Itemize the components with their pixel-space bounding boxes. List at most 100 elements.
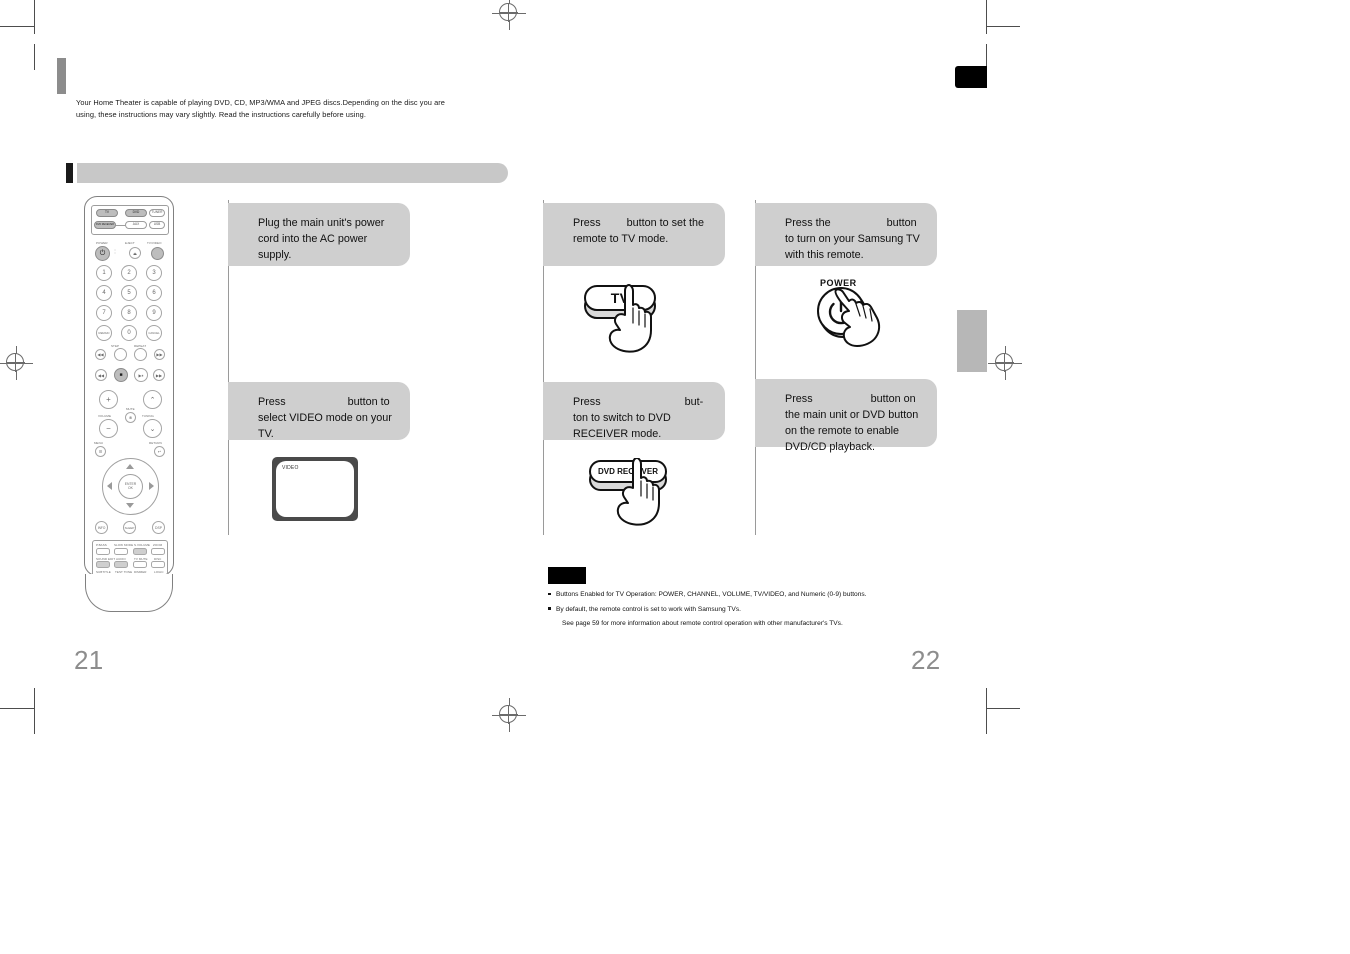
remote-fn-key-6 <box>133 561 147 568</box>
remote-key-3: 3 <box>146 265 162 281</box>
callout-enable-playback: Press button on the main unit or DVD butt… <box>755 379 937 453</box>
remote-pill-dvd: DVD <box>125 209 147 217</box>
remote-tuning-down-button: ⌄ <box>143 419 162 438</box>
tv-set-illustration: VIDEO <box>272 457 358 521</box>
remote-ok-label: OK <box>128 485 133 490</box>
callout-tv-mode: Press button to set the remote to TV mode… <box>543 203 725 266</box>
remote-label-tv-video: TV/VIDEO <box>147 241 162 245</box>
remote-dpad-left-icon <box>107 482 112 490</box>
callout-power-on-tv-before: Press the <box>785 217 831 229</box>
remote-key-cancel: CANCEL <box>146 325 162 341</box>
registration-mark-left <box>0 346 33 380</box>
crop-mark-br-v <box>986 688 987 734</box>
remote-menu-button: ☰ <box>95 446 106 457</box>
crop-mark-bottom-h-left <box>0 708 34 709</box>
remote-fn-label-3: ZOOM <box>153 543 163 547</box>
remote-key-8: 8 <box>121 305 137 321</box>
dvd-receiver-button-illustration: DVD RECEIVER <box>585 458 690 533</box>
remote-dpad-right-icon <box>149 482 154 490</box>
remote-pill-aux: AUX <box>125 221 147 229</box>
remote-info-button: INFO <box>95 521 108 534</box>
tv-button-illustration: TV <box>580 283 680 358</box>
remote-label-return: RETURN <box>149 441 162 445</box>
remote-body: TV DVD TUNER DVD RECEIVER AUX USB POWER … <box>84 196 174 587</box>
remote-key-remain: REMAIN <box>96 325 112 341</box>
callout-enable-playback-before: Press <box>785 393 813 405</box>
registration-mark-right <box>988 346 1022 380</box>
callout-plug-power: Plug the main unit's power cord into the… <box>228 203 410 266</box>
remote-ir-dots: ∷ ∷ <box>114 248 116 256</box>
note-list: Buttons Enabled for TV Operation: POWER,… <box>548 589 968 633</box>
remote-fast-forward-button: ▶▶ <box>153 369 165 381</box>
chapter-tab-gray <box>957 310 987 372</box>
remote-eject-button: ⏏ <box>129 247 141 259</box>
remote-label-menu: MENU <box>94 441 104 445</box>
pointing-hand-icon <box>608 284 652 353</box>
remote-pill-tuner: TUNER <box>149 209 165 217</box>
page-number-left: 21 <box>74 645 104 675</box>
section-title-background <box>77 163 508 183</box>
registration-mark-top <box>492 0 526 30</box>
remote-fn-label-0: P.BASS <box>96 543 107 547</box>
remote-key-5: 5 <box>121 285 137 301</box>
remote-label-power: POWER <box>96 241 108 245</box>
note-item: By default, the remote control is set to… <box>548 604 968 616</box>
remote-volume-up-button: + <box>99 390 118 409</box>
remote-fn-key-2 <box>133 548 147 555</box>
note-item-text: Buttons Enabled for TV Operation: POWER,… <box>556 591 867 598</box>
remote-skip-forward-button: ▶▶ <box>154 349 165 360</box>
remote-dpad-up-icon <box>126 464 134 469</box>
remote-label-mute: MUTE <box>126 407 135 411</box>
remote-volume-down-button: − <box>99 419 118 438</box>
remote-key-7: 7 <box>96 305 112 321</box>
remote-base <box>85 574 173 612</box>
remote-rewind-button: ◀◀ <box>95 369 107 381</box>
remote-play-pause-button: ▶⏸ <box>134 368 148 382</box>
remote-pill-connector <box>116 225 126 226</box>
note-subitem-text: See page 59 for more information about r… <box>562 620 843 628</box>
crop-mark-tr-v <box>986 0 987 34</box>
remote-fn-key-1 <box>114 548 128 555</box>
pointing-hand-icon <box>834 288 881 347</box>
chapter-tab-left <box>57 58 66 94</box>
bullet-icon <box>548 592 551 596</box>
crop-mark-tl-v <box>34 0 35 34</box>
callout-tv-mode-before: Press <box>573 217 601 229</box>
callout-plug-power-text: Plug the main unit's power cord into the… <box>258 217 385 261</box>
remote-label-volume: VOLUME <box>98 414 112 418</box>
remote-pill-dvd-receiver: DVD RECEIVER <box>94 221 116 229</box>
remote-control-illustration: TV DVD TUNER DVD RECEIVER AUX USB POWER … <box>84 196 174 616</box>
remote-key-1: 1 <box>96 265 112 281</box>
note-item-text: By default, the remote control is set to… <box>556 605 741 613</box>
remote-step-button <box>114 348 127 361</box>
remote-fn-key-5 <box>114 561 128 568</box>
power-button-illustration: POWER <box>805 278 905 358</box>
remote-fn-label-1: SLOW MODE <box>114 543 134 547</box>
remote-skip-back-button: ◀◀ <box>95 349 106 360</box>
remote-pill-usb: USB <box>149 221 165 229</box>
remote-label-tuning: TUNING <box>142 414 154 418</box>
remote-dsp-button: DSP <box>152 521 165 534</box>
registration-mark-bottom <box>492 698 526 732</box>
callout-select-video: Press button to select VIDEO mode on your… <box>228 382 410 440</box>
note-subitem: See page 59 for more information about r… <box>548 618 968 630</box>
remote-key-6: 6 <box>146 285 162 301</box>
callout-select-video-before: Press <box>258 396 286 408</box>
remote-label-eject: EJECT <box>125 241 135 245</box>
note-heading-box <box>548 567 586 584</box>
page-number-right: 22 <box>911 645 941 675</box>
remote-enter-button: ENTER OK <box>118 474 143 499</box>
remote-fn-key-0 <box>96 548 110 555</box>
manual-page: Your Home Theater is capable of playing … <box>0 0 1350 954</box>
remote-repeat-button <box>134 348 147 361</box>
remote-fn-key-7 <box>151 561 165 568</box>
chapter-tab-black <box>955 66 987 88</box>
remote-fn-label-2: S.VOLUME <box>134 543 150 547</box>
callout-power-on-tv: Press the button to turn on your Samsung … <box>755 203 937 266</box>
remote-mute-button: ⊗ <box>125 412 136 423</box>
remote-tv-video-button <box>151 247 164 260</box>
section-title-cap <box>66 163 73 183</box>
callout-dvd-receiver-before: Press <box>573 396 601 408</box>
remote-return-button: ↩ <box>154 446 165 457</box>
remote-sleep-button: SLEEP <box>123 521 136 534</box>
